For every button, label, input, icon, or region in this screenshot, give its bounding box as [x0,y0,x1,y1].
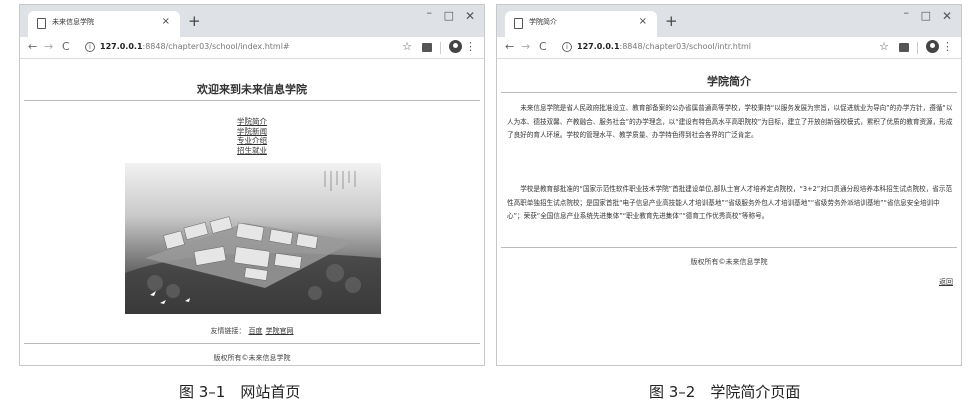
minimize-button[interactable]: – [427,6,433,19]
divider [501,92,957,93]
toolbar-divider [440,42,441,54]
new-tab-button[interactable]: + [665,12,678,30]
intro-paragraph-2: 学校是教育部批准的“国家示范性软件职业技术学院”首批建设单位,部队士官人才培养定… [507,185,953,220]
nav-links: 学院简介 学院新闻 专业介绍 招生就业 [20,117,484,155]
copyright-text: 版权所有©未来信息学院 [213,354,291,362]
nav-link-news[interactable]: 学院新闻 [20,127,484,137]
divider [24,343,480,344]
tab-close-icon[interactable]: × [639,16,647,27]
tab-intro[interactable]: 学院简介 × [505,11,657,37]
url-field[interactable]: 127.0.0.1:8848/chapter03/school/intr.htm… [577,42,751,51]
window-close-button[interactable]: ✕ [465,9,475,23]
tab-close-icon[interactable]: × [162,16,170,27]
intro-paragraph-1: 未来信息学院是省人民政府批准设立、教育部备案的公办省属普通高等学校，学校秉持“以… [507,104,953,139]
bookmark-star-icon[interactable]: ☆ [402,40,412,53]
back-link[interactable]: 返回 [939,277,953,287]
back-button[interactable]: ← [505,40,514,53]
more-menu-icon[interactable]: ⋮ [465,40,476,53]
divider [501,247,957,248]
window-close-button[interactable]: ✕ [942,9,952,23]
forward-button[interactable]: → [44,40,53,53]
account-icon[interactable] [926,40,939,53]
maximize-button[interactable]: □ [444,9,454,22]
tab-strip: 未来信息学院 × + – □ ✕ [20,5,484,37]
new-tab-button[interactable]: + [188,12,201,30]
url-field[interactable]: 127.0.0.1:8848/chapter03/school/index.ht… [100,42,290,51]
bookmark-star-icon[interactable]: ☆ [879,40,889,53]
page-title: 学院简介 [707,75,751,88]
figure-caption-home: 图 3–1 网站首页 [179,383,301,401]
extension-icon[interactable] [422,43,432,52]
tab-home[interactable]: 未来信息学院 × [28,11,180,37]
url-path: :8848/chapter03/school/index.html# [142,42,290,51]
browser-window-home: 未来信息学院 × + – □ ✕ ← → C i 127.0.0.1:8848/… [19,4,485,366]
tab-title: 学院简介 [529,18,557,26]
friend-links-label: 友情链接： [210,327,246,335]
friend-link-official-site[interactable]: 学院官网 [266,327,294,335]
address-bar: ← → C i 127.0.0.1:8848/chapter03/school/… [497,37,961,59]
page-icon [514,18,523,29]
nav-link-intro[interactable]: 学院简介 [20,117,484,127]
toolbar-divider [917,42,918,54]
forward-button[interactable]: → [521,40,530,53]
address-bar: ← → C i 127.0.0.1:8848/chapter03/school/… [20,37,484,59]
url-host: 127.0.0.1 [100,42,143,51]
url-path: :8848/chapter03/school/intr.html [619,42,752,51]
browser-window-intro: 学院简介 × + – □ ✕ ← → C i 127.0.0.1:8848/ch… [496,4,962,366]
more-menu-icon[interactable]: ⋮ [942,40,953,53]
site-info-icon[interactable]: i [562,42,572,52]
page-title: 欢迎来到未来信息学院 [197,83,307,96]
nav-link-admission[interactable]: 招生就业 [20,146,484,156]
url-host: 127.0.0.1 [577,42,620,51]
reload-button[interactable]: C [539,40,547,53]
reload-button[interactable]: C [62,40,70,53]
tab-strip: 学院简介 × + – □ ✕ [497,5,961,37]
figure-caption-intro: 图 3–2 学院简介页面 [649,383,801,401]
site-info-icon[interactable]: i [85,42,95,52]
minimize-button[interactable]: – [904,6,910,19]
maximize-button[interactable]: □ [921,9,931,22]
divider [24,100,480,101]
copyright-text: 版权所有©未来信息学院 [690,258,768,266]
campus-illustration [125,163,381,314]
nav-link-majors[interactable]: 专业介绍 [20,136,484,146]
page-content: 欢迎来到未来信息学院 学院简介 学院新闻 专业介绍 招生就业 友情链接： 百度 … [20,60,484,365]
account-icon[interactable] [449,40,462,53]
page-content: 学院简介 未来信息学院是省人民政府批准设立、教育部备案的公办省属普通高等学校，学… [497,60,961,365]
page-icon [37,18,46,29]
campus-aerial-image [125,163,381,314]
friend-links: 友情链接： 百度 学院官网 [20,326,484,336]
extension-icon[interactable] [899,43,909,52]
back-button[interactable]: ← [28,40,37,53]
tab-title: 未来信息学院 [52,18,94,26]
friend-link-baidu[interactable]: 百度 [249,327,263,335]
